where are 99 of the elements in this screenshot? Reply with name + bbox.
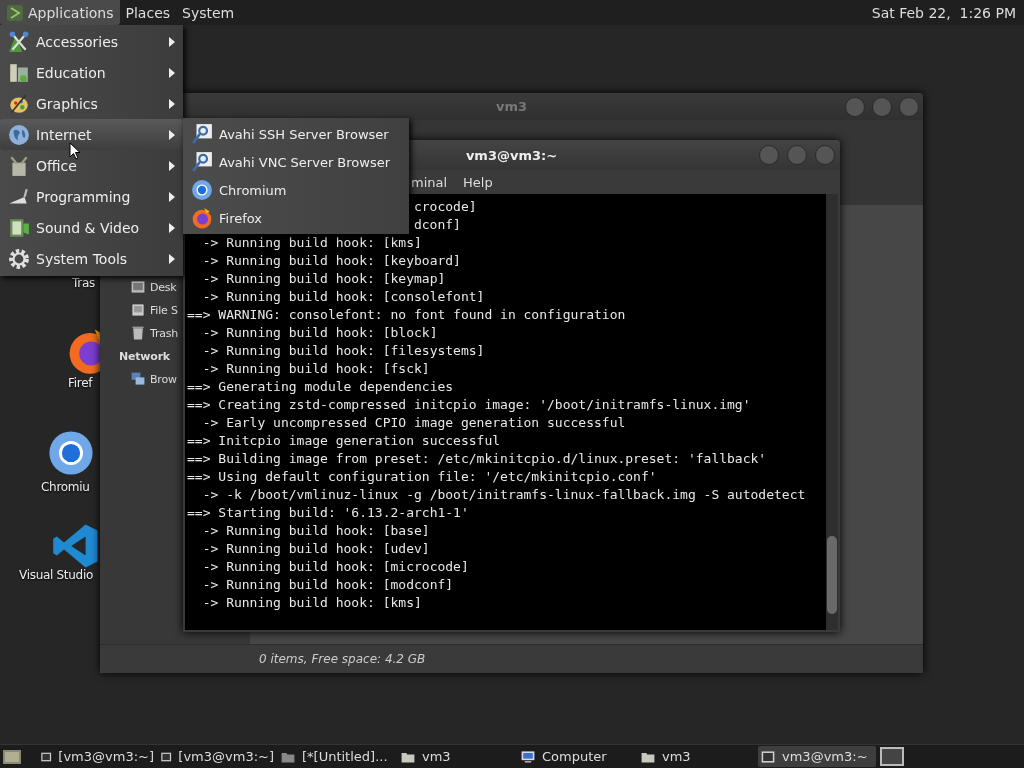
close-button[interactable]: [899, 97, 919, 117]
terminal-icon: [760, 748, 776, 765]
menu-item[interactable]: minal: [411, 174, 448, 190]
film-icon: [8, 216, 30, 239]
menu-item[interactable]: System Tools: [0, 243, 183, 274]
terminal-line: -> Running build hook: [modconf]: [201, 576, 454, 594]
close-button[interactable]: [815, 145, 835, 165]
panel-menu[interactable]: Places: [119, 0, 177, 25]
network-icon: [130, 371, 146, 387]
terminal-line: -> Running build hook: [consolefont]: [201, 288, 485, 306]
terminal-line: -> Running build hook: [filesystems]: [201, 342, 485, 360]
submenu-arrow-icon: [169, 129, 175, 140]
sidebar-item[interactable]: Desk: [130, 278, 177, 296]
submenu-arrow-icon: [169, 222, 175, 233]
panel-menu[interactable]: System: [176, 0, 241, 25]
terminal-line: dconf]: [413, 216, 461, 234]
menu-item[interactable]: Chromium: [183, 176, 409, 204]
menu-item[interactable]: Avahi VNC Server Browser: [183, 148, 409, 176]
terminal-line: -> Running build hook: [microcode]: [201, 558, 469, 576]
submenu-arrow-icon: [169, 36, 175, 47]
logo-icon: [6, 3, 24, 22]
minimize-button[interactable]: [845, 97, 865, 117]
desktop-icon: [130, 279, 146, 295]
trash-icon: [130, 325, 146, 341]
sidebar-item[interactable]: File S: [130, 301, 178, 319]
submenu-arrow-icon: [169, 191, 175, 202]
terminal-line: ==> Generating module dependencies: [187, 378, 454, 396]
globe-icon: [8, 123, 30, 146]
menu-item[interactable]: Sound & Video: [0, 212, 183, 243]
code-editor-icon: [52, 522, 100, 570]
menu-item[interactable]: Avahi SSH Server Browser: [183, 120, 409, 148]
taskbar-button[interactable]: [*[Untitled]...: [278, 746, 396, 767]
panel-menu[interactable]: Applications: [0, 0, 120, 25]
terminal-line: ==> Building image from preset: /etc/mkinitcpio.d/linux.preset: 'fallback': [187, 450, 767, 468]
taskbar-button[interactable]: Computer: [518, 746, 636, 767]
menu-item[interactable]: Help: [463, 174, 493, 190]
window-title: vm3: [495, 99, 528, 114]
palette-icon: [8, 92, 30, 115]
minimize-button[interactable]: [759, 145, 779, 165]
menu-item[interactable]: Programming: [0, 181, 183, 212]
terminal-line: -> Running build hook: [keyboard]: [201, 252, 461, 270]
terminal-line: -> Running build hook: [base]: [201, 522, 430, 540]
terminal-line: ==> WARNING: consolefont: no font found in configuration: [187, 306, 626, 324]
terminal-line: -> Running build hook: [fsck]: [201, 360, 430, 378]
chromium-icon: [47, 429, 95, 477]
submenu-arrow-icon: [169, 253, 175, 264]
terminal-line: -> Running build hook: [udev]: [201, 540, 430, 558]
desktop-icon-label[interactable]: Firef: [68, 376, 93, 390]
maximize-button[interactable]: [872, 97, 892, 117]
submenu-arrow-icon: [169, 67, 175, 78]
gear-icon: [8, 247, 30, 270]
drive-icon: [130, 302, 146, 318]
desktop-icon-label[interactable]: Tras: [72, 276, 95, 290]
books-icon: [8, 61, 30, 84]
terminal-line: -> Running build hook: [kms]: [201, 234, 422, 252]
terminal-line: ==> Creating zstd-compressed initcpio image: '/boot/initramfs-linux.img': [187, 396, 751, 414]
firefox-icon: [191, 207, 213, 229]
terminal-line: ==> Starting build: '6.13.2-arch1-1': [187, 504, 469, 522]
desktop-icon-label[interactable]: Chromiu: [41, 480, 90, 494]
taskbar-button[interactable]: [vm3@vm3:~]: [158, 746, 276, 767]
terminal-line: -> Running build hook: [kms]: [201, 594, 422, 612]
terminal-line: -> Early uncompressed CPIO image generation successful: [201, 414, 626, 432]
terminal-line: ==> Using default configuration file: '/etc/mkinitcpio.conf': [187, 468, 657, 486]
taskbar-button[interactable]: [vm3@vm3:~]: [38, 746, 156, 767]
menu-item[interactable]: Education: [0, 57, 183, 88]
status-text: 0 items, Free space: 4.2 GB: [100, 644, 923, 673]
menu-item[interactable]: Accessories: [0, 26, 183, 57]
panel-clock[interactable]: Sat Feb 22, 1:26 PM: [863, 4, 1024, 21]
submenu-arrow-icon: [169, 160, 175, 171]
submenu-arrow-icon: [169, 98, 175, 109]
scrollbar-thumb[interactable]: [827, 536, 837, 614]
show-desktop-icon[interactable]: [2, 747, 22, 766]
menu-item[interactable]: Graphics: [0, 88, 183, 119]
sidebar-heading: Network: [119, 348, 170, 365]
chromium-icon: [191, 179, 213, 201]
sidebar-item[interactable]: Brow: [130, 370, 177, 388]
mouse-pointer-icon: [69, 142, 81, 160]
taskbar-button[interactable]: vm3: [398, 746, 516, 767]
menu-item[interactable]: Firefox: [183, 204, 409, 232]
desktop-icon-label[interactable]: Visual Studio: [19, 568, 93, 582]
terminal-line: crocode]: [413, 198, 477, 216]
taskbar-button[interactable]: vm3: [638, 746, 756, 767]
scissors-icon: [8, 30, 30, 53]
magnifier-icon: [191, 123, 213, 145]
maximize-button[interactable]: [787, 145, 807, 165]
window-title: vm3@vm3:~: [465, 147, 558, 163]
terminal-line: -> Running build hook: [keymap]: [201, 270, 446, 288]
sidebar-item[interactable]: Trash: [130, 324, 179, 342]
computer-icon: [520, 748, 536, 765]
briefcase-icon: [8, 154, 30, 177]
magnifier-icon: [191, 151, 213, 173]
terminal-line: -> -k /boot/vmlinuz-linux -g /boot/initramfs-linux-fallback.img -S autodetect: [201, 486, 806, 504]
scrollbar[interactable]: [826, 194, 838, 630]
menu-item[interactable]: Office: [0, 150, 183, 181]
workspace-switcher[interactable]: [880, 747, 904, 766]
terminal-line: -> Running build hook: [block]: [201, 324, 438, 342]
taskbar-button[interactable]: vm3@vm3:~: [758, 746, 876, 767]
terminal-line: ==> Initcpio image generation successful: [187, 432, 501, 450]
menu-item[interactable]: Internet: [0, 119, 183, 150]
